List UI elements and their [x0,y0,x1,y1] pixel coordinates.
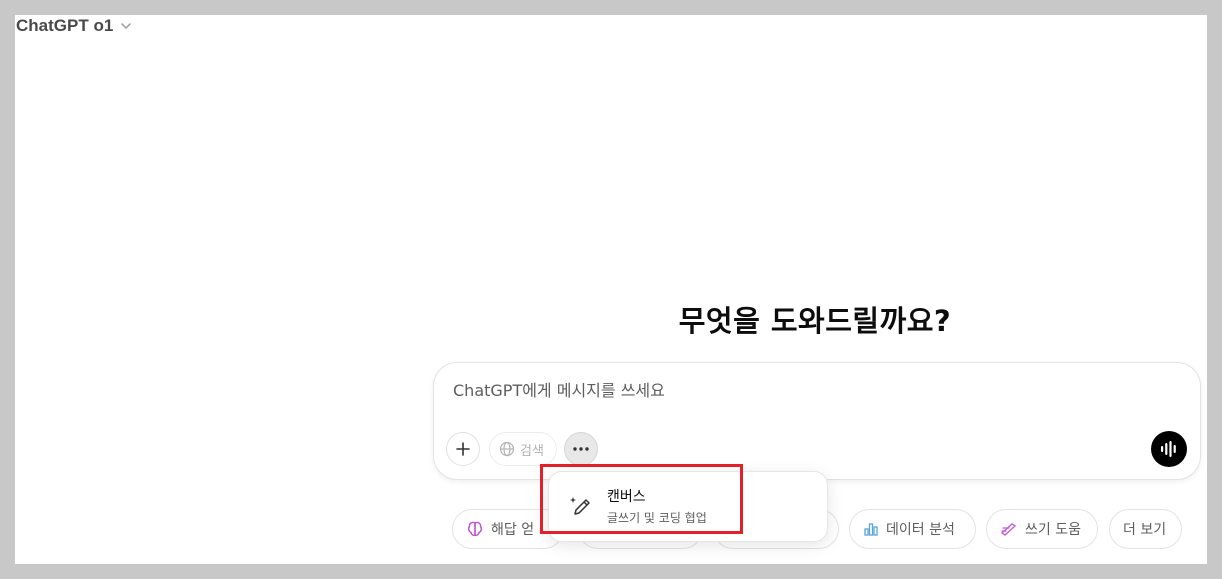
brain-icon [467,521,483,537]
suggestion-analyze-data[interactable]: 데이터 분석 [849,509,976,549]
ellipsis-icon [573,447,589,451]
message-composer: 검색 [433,362,1201,480]
tools-dropdown-menu: 캔버스 글쓰기 및 코딩 협업 [548,471,828,542]
voice-mode-button[interactable] [1151,431,1187,467]
suggestion-help-write[interactable]: 쓰기 도움 [986,509,1098,549]
model-name: ChatGPT o1 [16,16,114,35]
page-title: 무엇을 도와드릴까요? [678,304,952,338]
menu-item-text: 캔버스 글쓰기 및 코딩 협업 [607,486,707,526]
pencil-sparkle-icon [570,497,590,515]
waveform-icon [1161,441,1176,457]
chevron-down-icon [121,23,132,30]
suggestion-label: 쓰기 도움 [1025,522,1081,538]
attach-button[interactable] [446,432,480,466]
menu-item-canvas[interactable]: 캔버스 글쓰기 및 코딩 협업 [557,480,743,532]
search-button[interactable]: 검색 [489,432,557,466]
menu-item-subtitle: 글쓰기 및 코딩 협업 [607,511,707,525]
message-input[interactable] [451,377,1135,403]
search-label: 검색 [520,443,544,459]
more-tools-button[interactable] [564,432,598,466]
plus-icon [456,442,470,456]
menu-item-title: 캔버스 [607,489,646,505]
suggestion-label: 해답 얻 [491,522,535,538]
globe-icon [499,441,515,457]
bar-chart-icon [864,523,878,536]
suggestion-label: 더 보기 [1123,522,1167,538]
model-selector[interactable]: ChatGPT o1 [16,15,133,37]
suggestion-label: 데이터 분석 [886,522,955,538]
chat-app: ChatGPT o1 무엇을 도와드릴까요? 검색 [15,15,1207,564]
suggestion-more[interactable]: 더 보기 [1109,509,1182,549]
pen-icon [1000,523,1017,536]
